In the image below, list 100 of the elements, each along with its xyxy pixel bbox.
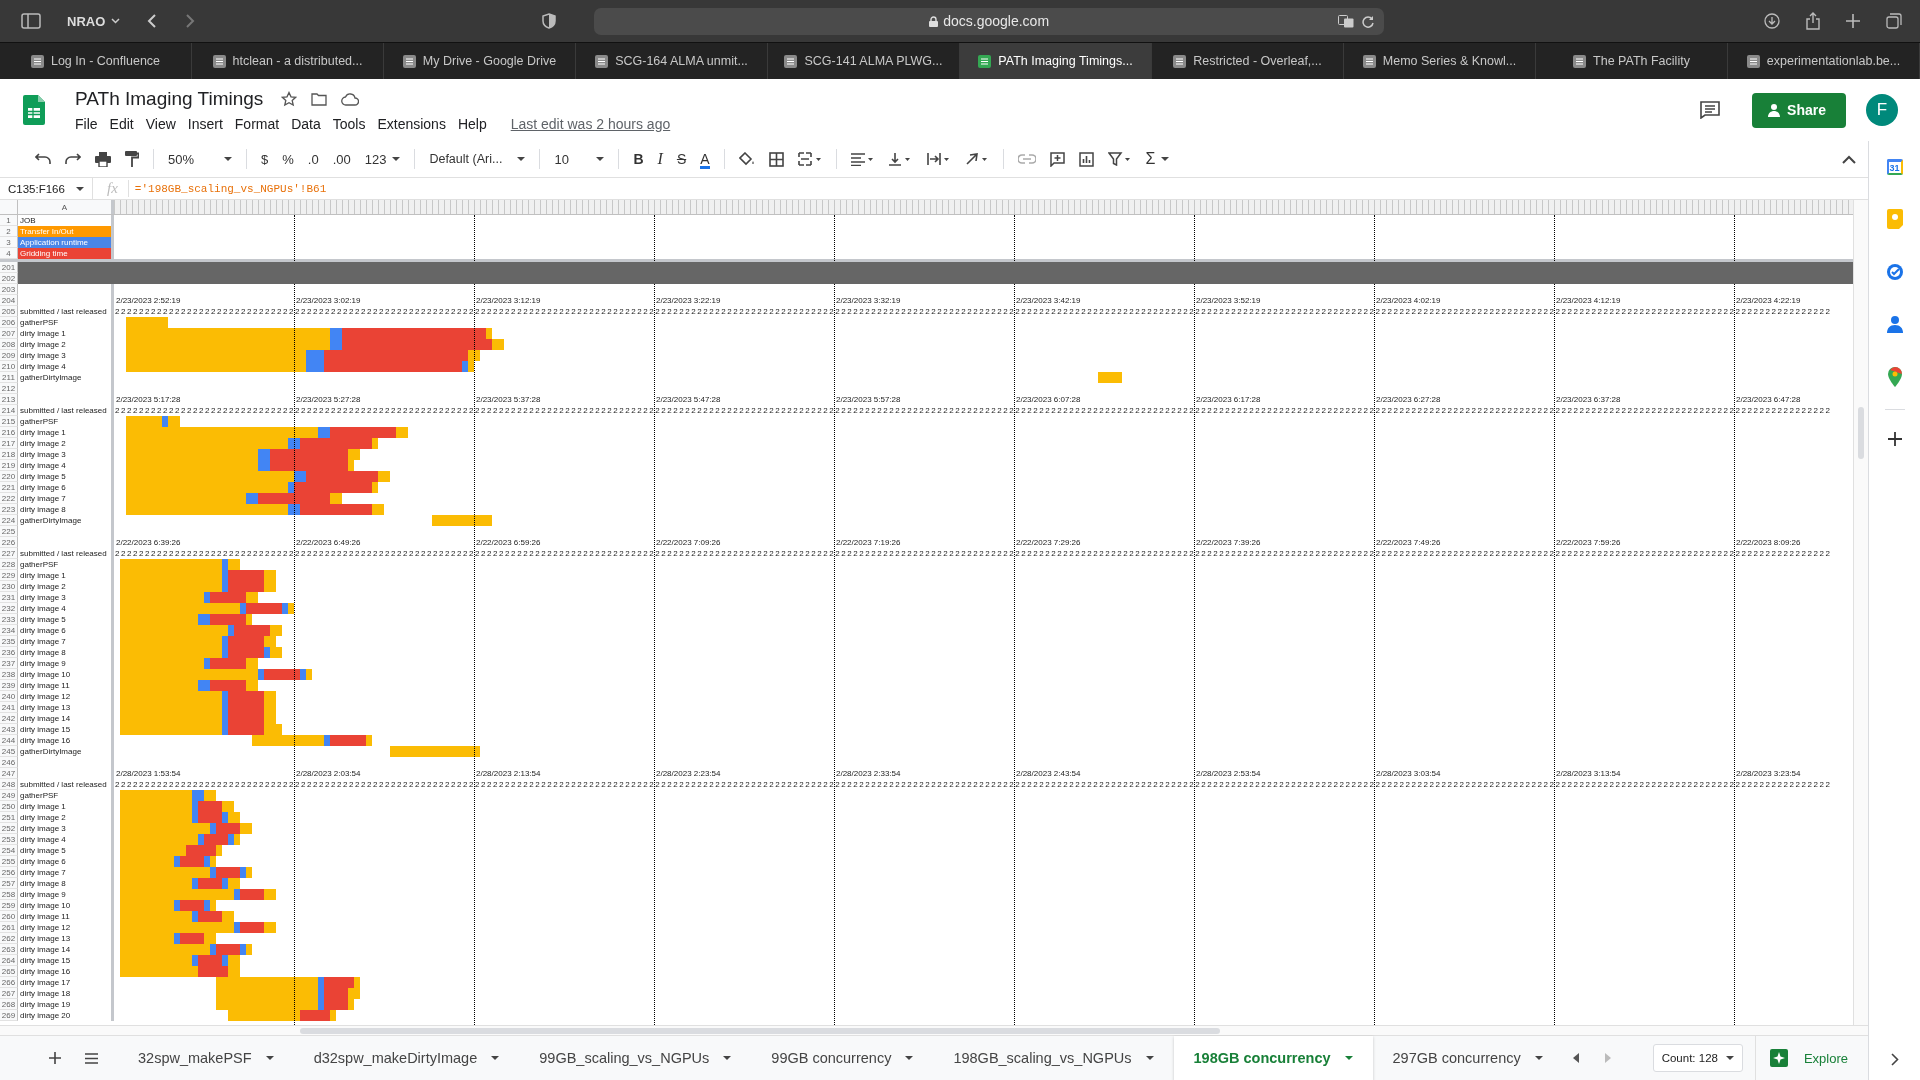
menu-item[interactable]: Help (457, 116, 494, 132)
tabs-overview-icon[interactable] (1886, 13, 1902, 29)
scrollbar-thumb[interactable] (1858, 407, 1864, 459)
count-dropdown[interactable]: Count: 128 (1652, 1044, 1743, 1072)
sheet-tab[interactable]: 32spw_makePSF (118, 1035, 294, 1080)
row-number[interactable]: 1 (0, 215, 18, 226)
menu-item[interactable]: Edit (109, 116, 141, 132)
sheet-tab[interactable]: d32spw_makeDirtyImage (293, 1035, 520, 1080)
add-sheet-icon[interactable] (49, 1052, 61, 1064)
add-comment-icon[interactable] (1049, 151, 1065, 167)
browser-tab[interactable]: My Drive - Google Drive (384, 43, 576, 79)
spreadsheet-logo-icon[interactable] (23, 95, 45, 125)
bold-button[interactable]: B (633, 149, 644, 169)
text-color-button[interactable]: A (700, 149, 710, 169)
name-box[interactable]: C135:F166 (0, 178, 93, 199)
scrollbar-thumb[interactable] (300, 1028, 1220, 1034)
scroll-left-icon[interactable] (1572, 1053, 1580, 1063)
shield-icon[interactable] (542, 13, 557, 29)
expand-panel-icon[interactable] (1890, 1053, 1899, 1066)
cloud-icon[interactable] (341, 92, 360, 106)
font-dropdown[interactable]: Default (Ari... (429, 150, 526, 168)
browser-tab[interactable]: htclean - a distributed... (192, 43, 384, 79)
share-icon[interactable] (1806, 12, 1820, 30)
increase-decimal-button[interactable]: .00 (332, 149, 351, 169)
fill-color-icon[interactable] (738, 151, 755, 167)
document-title[interactable]: PATh Imaging Timings (75, 88, 264, 110)
browser-tab[interactable]: Log In - Confluence (0, 43, 192, 79)
italic-button[interactable]: I (657, 148, 663, 170)
row-number[interactable]: 269 (0, 1010, 18, 1021)
last-edit-link[interactable]: Last edit was 2 hours ago (510, 116, 671, 132)
tasks-icon[interactable] (1885, 263, 1904, 281)
strikethrough-button[interactable]: S (676, 149, 687, 169)
star-icon[interactable] (281, 91, 298, 107)
map-pin-icon[interactable] (1887, 367, 1902, 387)
row-label: dirty image 15 (20, 956, 71, 965)
timestamp-label: 2/23/2023 4:02:19 (1375, 295, 1442, 306)
comment-icon[interactable] (1700, 101, 1721, 119)
sheet-tab[interactable]: 198GB concurrency (1173, 1035, 1373, 1080)
undo-icon[interactable] (35, 153, 51, 165)
collapse-icon[interactable] (1842, 154, 1856, 164)
profile-button[interactable]: NRAO (67, 10, 121, 32)
font-size-dropdown[interactable]: 10 (554, 149, 605, 169)
all-sheets-icon[interactable] (85, 1052, 98, 1064)
menu-item[interactable]: Extensions (377, 116, 453, 132)
row-label: dirty image 20 (20, 1011, 71, 1020)
sheet-tab[interactable]: 198GB_scaling_vs_NGPUs (933, 1035, 1174, 1080)
back-icon[interactable] (146, 13, 159, 29)
forward-icon[interactable] (184, 13, 197, 29)
menu-item[interactable]: Data (291, 116, 328, 132)
download-icon[interactable] (1764, 13, 1780, 29)
address-field[interactable]: docs.google.com (594, 7, 1385, 35)
number-format-dropdown[interactable]: 123 (364, 149, 401, 169)
row-number[interactable]: 4 (0, 248, 18, 259)
reload-icon[interactable] (1362, 14, 1375, 28)
sheet-tab[interactable]: 99GB concurrency (751, 1035, 934, 1080)
sheet-tab[interactable]: 99GB_scaling_vs_NGPUs (519, 1035, 752, 1080)
menu-item[interactable]: File (75, 116, 105, 132)
zoom-dropdown[interactable]: 50% (168, 149, 232, 169)
redo-icon[interactable] (65, 153, 81, 165)
formula-field[interactable]: ='198GB_scaling_vs_NGPUs'!B61 (128, 182, 1868, 195)
browser-tab[interactable]: experimentationlab.be... (1728, 43, 1920, 79)
share-button[interactable]: Share (1752, 92, 1846, 128)
borders-icon[interactable] (768, 151, 784, 167)
menu-item[interactable]: Insert (187, 116, 230, 132)
menu-item[interactable]: View (145, 116, 183, 132)
filter-icon[interactable] (1107, 152, 1132, 166)
sidebar-icon[interactable] (21, 13, 41, 29)
calendar-icon[interactable]: 31 (1886, 159, 1903, 175)
plus-icon[interactable] (1846, 14, 1860, 28)
row-label: dirty image 17 (20, 978, 71, 987)
browser-tab[interactable]: PATh Imaging Timings... (960, 43, 1152, 79)
text-wrap-icon[interactable] (926, 152, 951, 166)
align-icon[interactable] (850, 152, 875, 166)
menu-item[interactable]: Format (234, 116, 287, 132)
browser-tab[interactable]: Memo Series & Knowl... (1344, 43, 1536, 79)
merge-cells-icon[interactable] (797, 152, 822, 166)
browser-tab[interactable]: The PATh Facility (1536, 43, 1728, 79)
currency-button[interactable]: $ (261, 149, 269, 169)
functions-dropdown[interactable]: Σ (1145, 148, 1170, 170)
row-number[interactable]: 217 (0, 438, 18, 449)
explore-button[interactable]: Explore (1754, 1035, 1868, 1080)
menu-item[interactable]: Tools (332, 116, 373, 132)
browser-tab[interactable]: Restricted - Overleaf,... (1152, 43, 1344, 79)
timestamp-label: 2/28/2023 3:23:54 (1735, 768, 1802, 779)
chart-icon[interactable] (1078, 151, 1094, 167)
row-number[interactable]: 2 (0, 226, 18, 237)
browser-tab[interactable]: SCG-164 ALMA unmit... (576, 43, 768, 79)
account-avatar[interactable]: F (1866, 94, 1898, 126)
print-icon[interactable] (95, 151, 111, 167)
text-rotation-icon[interactable] (964, 152, 989, 166)
decrease-decimal-button[interactable]: .0 (307, 149, 319, 169)
folder-icon[interactable] (311, 92, 328, 106)
paint-format-icon[interactable] (125, 151, 139, 167)
percent-button[interactable]: % (282, 149, 294, 169)
add-icon[interactable] (1887, 432, 1902, 446)
row-number[interactable]: 247 (0, 768, 18, 779)
contacts-icon[interactable] (1886, 315, 1903, 333)
vertical-align-icon[interactable] (888, 152, 913, 166)
translate-icon[interactable] (1338, 14, 1355, 28)
sheet-tab[interactable]: 297GB concurrency (1372, 1035, 1563, 1080)
